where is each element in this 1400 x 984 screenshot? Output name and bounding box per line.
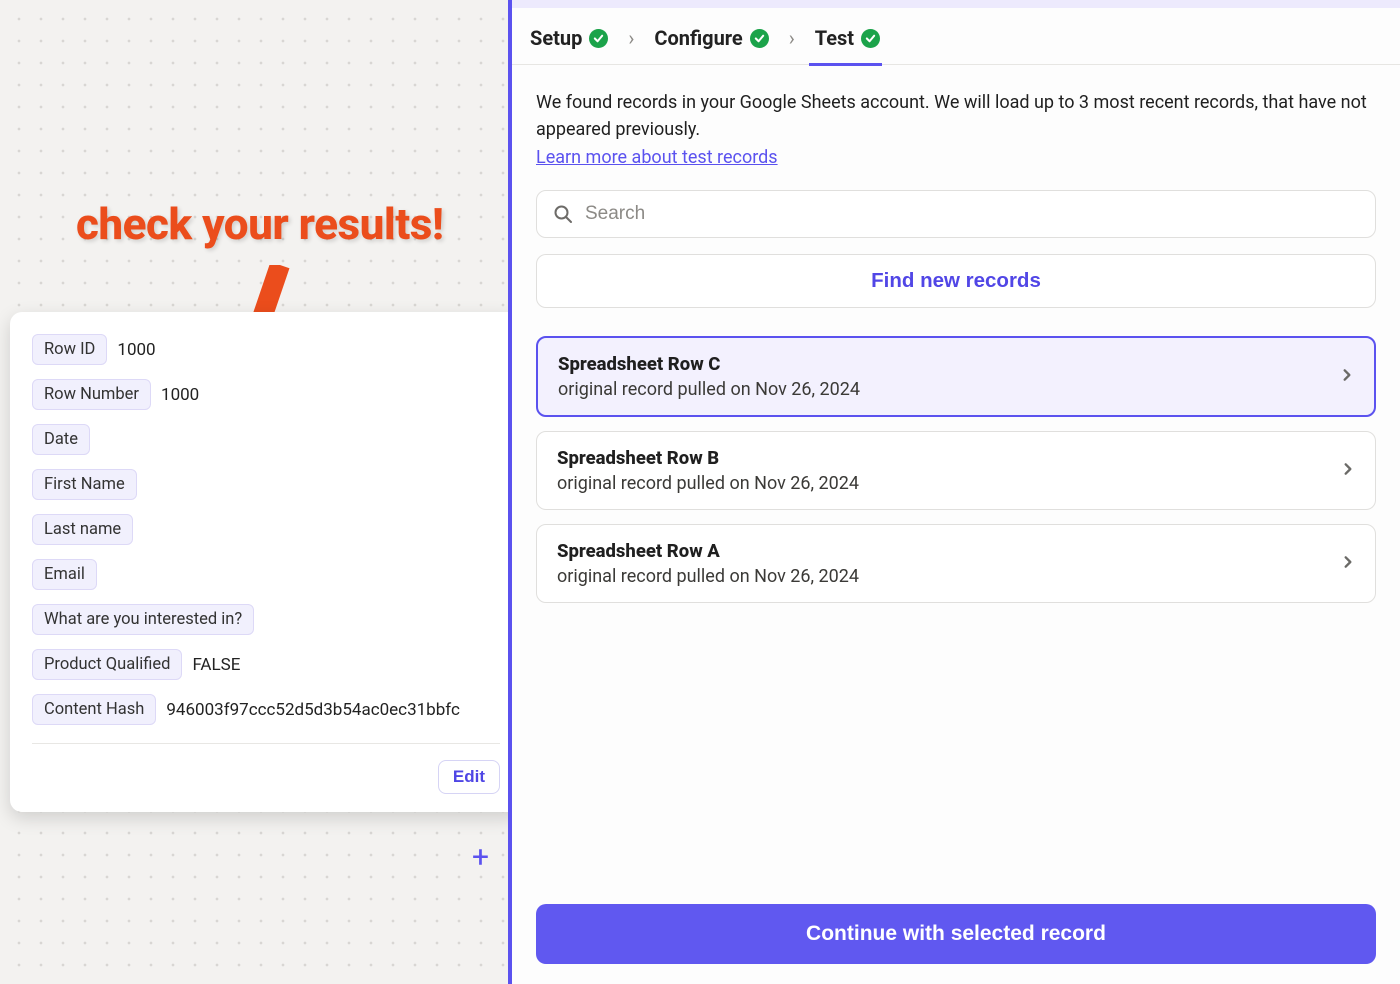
- field-row: First Name: [32, 469, 500, 500]
- edit-button[interactable]: Edit: [438, 760, 500, 794]
- add-step-icon[interactable]: +: [472, 840, 489, 875]
- field-row: Last name: [32, 514, 500, 545]
- record-title: Spreadsheet Row A: [557, 540, 859, 562]
- breadcrumb-setup-label: Setup: [530, 26, 582, 50]
- learn-more-link[interactable]: Learn more about test records: [536, 147, 778, 168]
- field-row: Row ID 1000: [32, 334, 500, 365]
- field-value: 1000: [117, 340, 155, 360]
- search-input[interactable]: [585, 203, 1359, 225]
- record-title: Spreadsheet Row C: [558, 353, 860, 375]
- active-tab-underline: [809, 63, 882, 66]
- record-subtitle: original record pulled on Nov 26, 2024: [557, 473, 859, 494]
- check-icon: [750, 29, 769, 48]
- field-row: Product Qualified FALSE: [32, 649, 500, 680]
- record-subtitle: original record pulled on Nov 26, 2024: [558, 379, 860, 400]
- check-icon: [589, 29, 608, 48]
- results-card: Row ID 1000 Row Number 1000 Date First Name La…: [10, 312, 522, 812]
- field-row: What are you interested in?: [32, 604, 500, 635]
- field-label: Date: [32, 424, 90, 455]
- callout-text: check your results!: [76, 198, 443, 250]
- breadcrumb: Setup › Configure › Test: [512, 8, 1400, 65]
- chevron-right-icon: [1341, 461, 1355, 480]
- field-label: Row Number: [32, 379, 151, 410]
- field-label: Content Hash: [32, 694, 156, 725]
- field-label: Product Qualified: [32, 649, 182, 680]
- field-label: Last name: [32, 514, 133, 545]
- instruction-text: We found records in your Google Sheets a…: [536, 89, 1376, 143]
- chevron-right-icon: ›: [628, 26, 634, 50]
- field-row: Email: [32, 559, 500, 590]
- field-label: What are you interested in?: [32, 604, 254, 635]
- continue-button[interactable]: Continue with selected record: [536, 904, 1376, 964]
- field-label: First Name: [32, 469, 137, 500]
- check-icon: [861, 29, 880, 48]
- field-row: Content Hash 946003f97ccc52d5d3b54ac0ec31…: [32, 694, 500, 725]
- field-label: Email: [32, 559, 97, 590]
- record-title: Spreadsheet Row B: [557, 447, 859, 469]
- chevron-right-icon: ›: [789, 26, 795, 50]
- record-item[interactable]: Spreadsheet Row A original record pulled …: [536, 524, 1376, 603]
- find-new-records-button[interactable]: Find new records: [536, 254, 1376, 308]
- field-value: FALSE: [192, 655, 240, 675]
- breadcrumb-setup[interactable]: Setup: [530, 26, 608, 50]
- record-subtitle: original record pulled on Nov 26, 2024: [557, 566, 859, 587]
- search-box[interactable]: [536, 190, 1376, 238]
- breadcrumb-configure-label: Configure: [654, 26, 742, 50]
- chevron-right-icon: [1340, 367, 1354, 386]
- record-item[interactable]: Spreadsheet Row B original record pulled …: [536, 431, 1376, 510]
- breadcrumb-test[interactable]: Test: [815, 26, 880, 50]
- record-list: Spreadsheet Row C original record pulled …: [536, 336, 1376, 603]
- field-row: Row Number 1000: [32, 379, 500, 410]
- chevron-right-icon: [1341, 554, 1355, 573]
- field-value: 946003f97ccc52d5d3b54ac0ec31bbfc: [166, 700, 460, 720]
- field-value: 1000: [161, 385, 199, 405]
- field-label: Row ID: [32, 334, 107, 365]
- field-row: Date: [32, 424, 500, 455]
- record-item[interactable]: Spreadsheet Row C original record pulled …: [536, 336, 1376, 417]
- search-icon: [553, 204, 573, 224]
- breadcrumb-test-label: Test: [815, 26, 854, 50]
- breadcrumb-configure[interactable]: Configure: [654, 26, 768, 50]
- top-strip: [512, 0, 1400, 8]
